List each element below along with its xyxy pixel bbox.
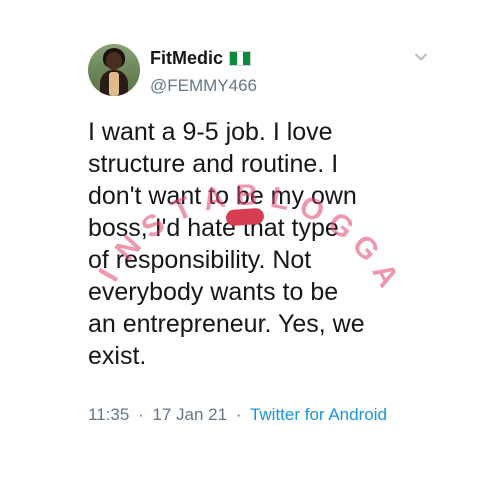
nigeria-flag-icon (229, 51, 252, 66)
tweet-text-line: an entrepreneur. Yes, we (88, 310, 365, 338)
display-name[interactable]: FitMedic (150, 48, 223, 69)
tweet-text-line: of responsibility. Not (88, 246, 312, 274)
tweet-card: FitMedic @FEMMY466 I want a 9-5 job. I l… (0, 0, 500, 500)
avatar[interactable] (88, 44, 140, 96)
tweet-text-line: structure and routine. I (88, 150, 339, 178)
meta-separator: · (235, 405, 242, 424)
tweet-text-line: don't want to be my own (88, 182, 357, 210)
tweet-text-line: everybody wants to be (88, 278, 339, 306)
tweet-text: I want a 9-5 job. I love structure and r… (88, 116, 428, 372)
tweet-source-link[interactable]: Twitter for Android (250, 405, 387, 424)
chevron-down-icon[interactable] (414, 50, 428, 64)
avatar-strap (109, 72, 119, 96)
tweet-meta: 11:35 · 17 Jan 21 · Twitter for Android (88, 405, 387, 425)
tweet-text-line: exist. (88, 342, 147, 370)
username-handle[interactable]: @FEMMY466 (150, 76, 257, 96)
tweet-time[interactable]: 11:35 (88, 405, 129, 424)
tweet-text-line: I want a 9-5 job. I love (88, 118, 333, 146)
tweet-date[interactable]: 17 Jan 21 (152, 405, 227, 424)
redaction-scribble (225, 207, 265, 227)
meta-separator: · (138, 405, 144, 424)
author-row: FitMedic (150, 48, 252, 69)
avatar-head (106, 52, 122, 70)
